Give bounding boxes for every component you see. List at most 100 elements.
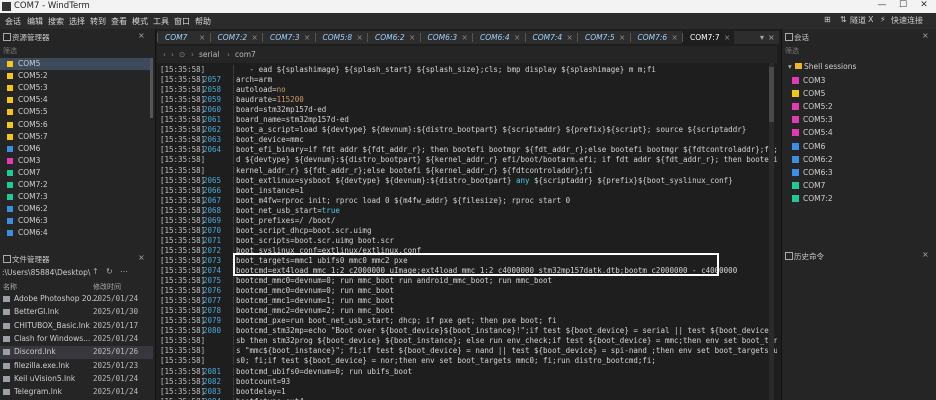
col-date-header[interactable]: 修改时间 bbox=[93, 282, 121, 292]
tab-close-icon[interactable]: × bbox=[619, 33, 625, 42]
sidebar-item-com5-2[interactable]: COM5:2 bbox=[0, 70, 153, 82]
menu-goto[interactable]: 转到 bbox=[90, 16, 106, 27]
tab-close-icon[interactable]: × bbox=[567, 33, 573, 42]
breadcrumb-serial[interactable]: serial bbox=[199, 50, 219, 59]
up-icon[interactable]: ↑ bbox=[92, 267, 99, 276]
sidebar-item-com5-3[interactable]: COM5:3 bbox=[0, 82, 153, 94]
session-item-com5-4[interactable]: COM5:4 bbox=[782, 126, 934, 139]
menu-help[interactable]: 帮助 bbox=[195, 16, 211, 27]
tab-close-icon[interactable]: × bbox=[357, 33, 363, 42]
tunnel-button[interactable]: 隧道 bbox=[850, 15, 866, 26]
sidebar-item-com6[interactable]: COM6 bbox=[0, 143, 153, 155]
file-row[interactable]: CHITUBOX_Basic.lnk 2025/01/17 bbox=[0, 320, 153, 333]
file-row[interactable]: filezilla.exe.lnk 2025/01/23 bbox=[0, 360, 153, 373]
tab-com7-2[interactable]: COM7:2 × bbox=[209, 31, 262, 44]
menu-session[interactable]: 会话 bbox=[5, 16, 21, 27]
menu-view[interactable]: 查看 bbox=[111, 16, 127, 27]
breadcrumb-com7[interactable]: com7 bbox=[235, 50, 256, 59]
tab-com6-3[interactable]: COM6:3 × bbox=[419, 31, 472, 44]
session-item-com7-2[interactable]: COM7:2 bbox=[782, 192, 934, 205]
menu-window[interactable]: 窗口 bbox=[174, 16, 190, 27]
terminal-output[interactable]: [15:35:58]2084│bootfstype=ext4[15:35:58]… bbox=[157, 63, 777, 400]
tab-close-icon[interactable]: × bbox=[672, 33, 678, 42]
history-close-icon[interactable]: × bbox=[922, 250, 929, 259]
tab-close-icon[interactable]: × bbox=[724, 33, 730, 42]
session-item-com5[interactable]: COM5 bbox=[782, 87, 934, 100]
sidebar-item-com7-2[interactable]: COM7:2 bbox=[0, 179, 153, 191]
tab-com5-8[interactable]: COM5:8 × bbox=[314, 31, 367, 44]
col-name-header[interactable]: 名称 bbox=[3, 282, 17, 292]
sidebar-item-com5-4[interactable]: COM5:4 bbox=[0, 94, 153, 106]
sessions-filter-input[interactable]: 筛选 bbox=[785, 46, 799, 56]
forward-icon[interactable]: › bbox=[171, 50, 174, 59]
tab-list-icon[interactable]: ▾ bbox=[760, 33, 764, 42]
tab-close-icon[interactable]: × bbox=[409, 33, 415, 42]
tab-com7-5[interactable]: COM7:5 × bbox=[577, 31, 629, 44]
file-row[interactable]: Adobe Photoshop 20... 2025/01/24 bbox=[0, 293, 153, 306]
panel-close-icon[interactable]: × bbox=[138, 31, 145, 40]
file-row[interactable]: BetterGI.lnk 2025/01/30 bbox=[0, 306, 153, 319]
sidebar-item-com3[interactable]: COM3 bbox=[0, 155, 153, 167]
tab-com6-2[interactable]: COM6:2 × bbox=[367, 31, 419, 44]
tab-close-icon[interactable]: × bbox=[252, 33, 258, 42]
file-row[interactable]: Telegram.lnk 2025/01/24 bbox=[0, 386, 153, 399]
sidebar-item-com5[interactable]: COM5 bbox=[0, 58, 153, 70]
session-group-label[interactable]: Shell sessions bbox=[804, 62, 856, 71]
session-item-com7[interactable]: COM7 bbox=[782, 179, 934, 192]
chevron-down-icon[interactable]: ▾ bbox=[788, 62, 792, 71]
sidebar-item-com6-2[interactable]: COM6:2 bbox=[0, 203, 153, 215]
path-input[interactable]: :\Users\85884\Desktop\ bbox=[2, 268, 90, 277]
quick-connect-button[interactable]: 快速连接 bbox=[891, 15, 923, 26]
session-item-com5-3[interactable]: COM5:3 bbox=[782, 113, 934, 126]
tab-com7-6[interactable]: COM7:6 × bbox=[629, 31, 682, 44]
sidebar-item-com5-7[interactable]: COM5:7 bbox=[0, 131, 153, 143]
menu-search[interactable]: 搜索 bbox=[48, 16, 64, 27]
tab-com7-7[interactable]: COM7:7 × bbox=[682, 31, 734, 44]
tab-close-icon[interactable]: × bbox=[514, 33, 520, 42]
session-item-com5-2[interactable]: COM5:2 bbox=[782, 100, 934, 113]
menu-select[interactable]: 选择 bbox=[69, 16, 85, 27]
file-icon bbox=[3, 309, 10, 316]
back-icon[interactable]: ‹ bbox=[163, 50, 166, 59]
tab-close-icon[interactable]: × bbox=[199, 33, 205, 42]
close-icon[interactable]: ✕ bbox=[914, 0, 934, 10]
menu-edit[interactable]: 编辑 bbox=[27, 16, 43, 27]
minimize-icon[interactable]: — bbox=[872, 0, 892, 10]
explorer-filter-input[interactable]: 筛选 bbox=[3, 46, 17, 56]
sidebar-item-com6-4[interactable]: COM6:4 bbox=[0, 227, 153, 239]
tab-com6-4[interactable]: COM6:4 × bbox=[472, 31, 524, 44]
session-item-com6-3[interactable]: COM6:3 bbox=[782, 166, 934, 179]
sidebar-item-com7-3[interactable]: COM7:3 bbox=[0, 191, 153, 203]
session-item-com6-2[interactable]: COM6:2 bbox=[782, 153, 934, 166]
session-item-com3[interactable]: COM3 bbox=[782, 74, 934, 87]
tab-com7[interactable]: COM7 × bbox=[157, 31, 209, 44]
sidebar-item-com5-6[interactable]: COM5:6 bbox=[0, 119, 153, 131]
lock-icon[interactable]: ⊞ bbox=[824, 15, 831, 24]
tab-close-icon[interactable]: × bbox=[768, 33, 775, 42]
file-row[interactable]: Discord.lnk 2025/01/26 bbox=[0, 346, 153, 359]
tunnel-icon[interactable]: ⇅ bbox=[840, 15, 847, 24]
refresh-icon[interactable]: ↻ bbox=[106, 267, 113, 276]
session-item-com6[interactable]: COM6 bbox=[782, 140, 934, 153]
quick-connect-icon[interactable]: ⚡ bbox=[880, 15, 886, 24]
sidebar-item-com7[interactable]: COM7 bbox=[0, 167, 153, 179]
menu-mode[interactable]: 模式 bbox=[132, 16, 148, 27]
line-gutter: │ bbox=[231, 75, 236, 85]
x-button[interactable]: X bbox=[868, 15, 873, 24]
tab-com7-4[interactable]: COM7:4 × bbox=[524, 31, 577, 44]
sidebar-item-com6-3[interactable]: COM6:3 bbox=[0, 215, 153, 227]
session-color-icon bbox=[7, 206, 13, 213]
file-row[interactable]: Clash for Windows... 2025/01/24 bbox=[0, 333, 153, 346]
files-close-icon[interactable]: × bbox=[138, 253, 145, 262]
tab-close-icon[interactable]: × bbox=[304, 33, 310, 42]
maximize-icon[interactable]: ☐ bbox=[893, 0, 913, 10]
file-row[interactable]: Keil uVision5.lnk 2025/01/24 bbox=[0, 373, 153, 386]
terminal-scroll-thumb[interactable] bbox=[769, 67, 774, 122]
sessions-close-icon[interactable]: × bbox=[922, 31, 929, 40]
menu-dots-icon[interactable]: ⋯ bbox=[120, 267, 128, 276]
explorer-scrollbar[interactable] bbox=[150, 58, 153, 118]
menu-tools[interactable]: 工具 bbox=[153, 16, 169, 27]
tab-com7-3[interactable]: COM7:3 × bbox=[262, 31, 314, 44]
sidebar-item-com5-5[interactable]: COM5:5 bbox=[0, 106, 153, 118]
tab-close-icon[interactable]: × bbox=[462, 33, 468, 42]
